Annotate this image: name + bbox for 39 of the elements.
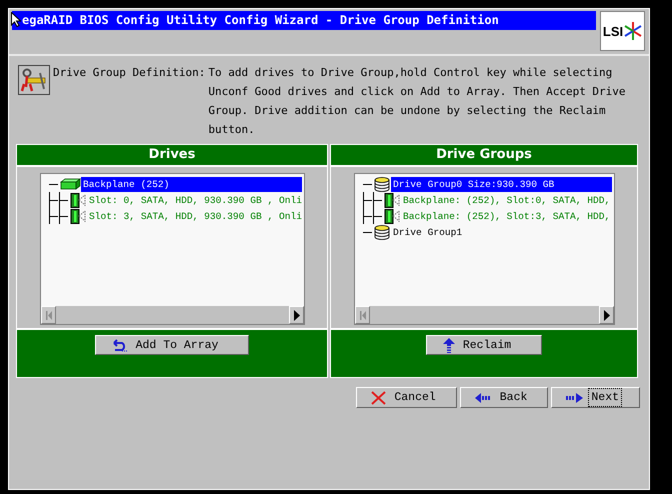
tree-item[interactable]: Drive Group0 Size:930.390 GB xyxy=(391,176,612,192)
panel-header: Drives xyxy=(17,145,328,167)
next-button[interactable]: Next xyxy=(551,387,640,408)
logo: LSI xyxy=(600,11,645,51)
up-arrow-icon xyxy=(442,338,455,352)
drive-icon xyxy=(383,192,402,208)
backplane-icon xyxy=(59,178,81,190)
close-icon xyxy=(371,390,386,404)
scroll-right-icon[interactable] xyxy=(289,306,304,324)
tools-icon xyxy=(18,65,50,95)
reclaim-button[interactable]: Reclaim xyxy=(426,335,542,355)
tree-item[interactable]: Backplane (252) xyxy=(81,176,302,192)
tree-item[interactable]: Drive Group1 xyxy=(391,224,612,240)
drive-icon xyxy=(383,208,402,224)
add-to-array-button[interactable]: Add To Array xyxy=(94,335,250,355)
scroll-left-icon[interactable] xyxy=(41,306,56,324)
cancel-button[interactable]: Cancel xyxy=(356,387,457,408)
description-label: Drive Group Definition: xyxy=(53,65,206,81)
database-icon xyxy=(373,224,392,240)
database-icon xyxy=(373,176,392,192)
back-button[interactable]: Back xyxy=(460,387,548,408)
tree-item[interactable]: Slot: 3, SATA, HDD, 930.390 GB , Onli xyxy=(87,208,302,224)
scroll-left-icon[interactable] xyxy=(355,306,370,324)
description-text: To add drives to Drive Group,hold Control key while selecting Unconf Good drives and click on Add to Array. Then Accept Drive Group. Drive addition can be undone by selecting the Reclaim button. xyxy=(208,65,627,138)
undo-arrow-icon xyxy=(112,338,128,352)
tree-item[interactable]: Slot: 0, SATA, HDD, 930.390 GB , Onli xyxy=(87,192,302,208)
right-arrow-icon xyxy=(566,392,584,402)
left-arrow-icon xyxy=(474,392,492,402)
scroll-right-icon[interactable] xyxy=(599,306,614,324)
scrollbar[interactable] xyxy=(41,306,304,324)
tree-item[interactable]: Backplane: (252), Slot:0, SATA, HDD, xyxy=(401,192,612,208)
tree-item[interactable]: Backplane: (252), Slot:3, SATA, HDD, xyxy=(401,208,612,224)
panel-header: Drive Groups xyxy=(331,145,637,167)
title-bar: egaRAID BIOS Config Utility Config Wizard - Drive Group Definition xyxy=(12,11,596,30)
star-burst-icon xyxy=(624,21,642,41)
drive-icon xyxy=(69,208,87,224)
scrollbar[interactable] xyxy=(355,306,614,324)
mouse-cursor-icon xyxy=(11,12,21,27)
drive-icon xyxy=(69,192,87,208)
